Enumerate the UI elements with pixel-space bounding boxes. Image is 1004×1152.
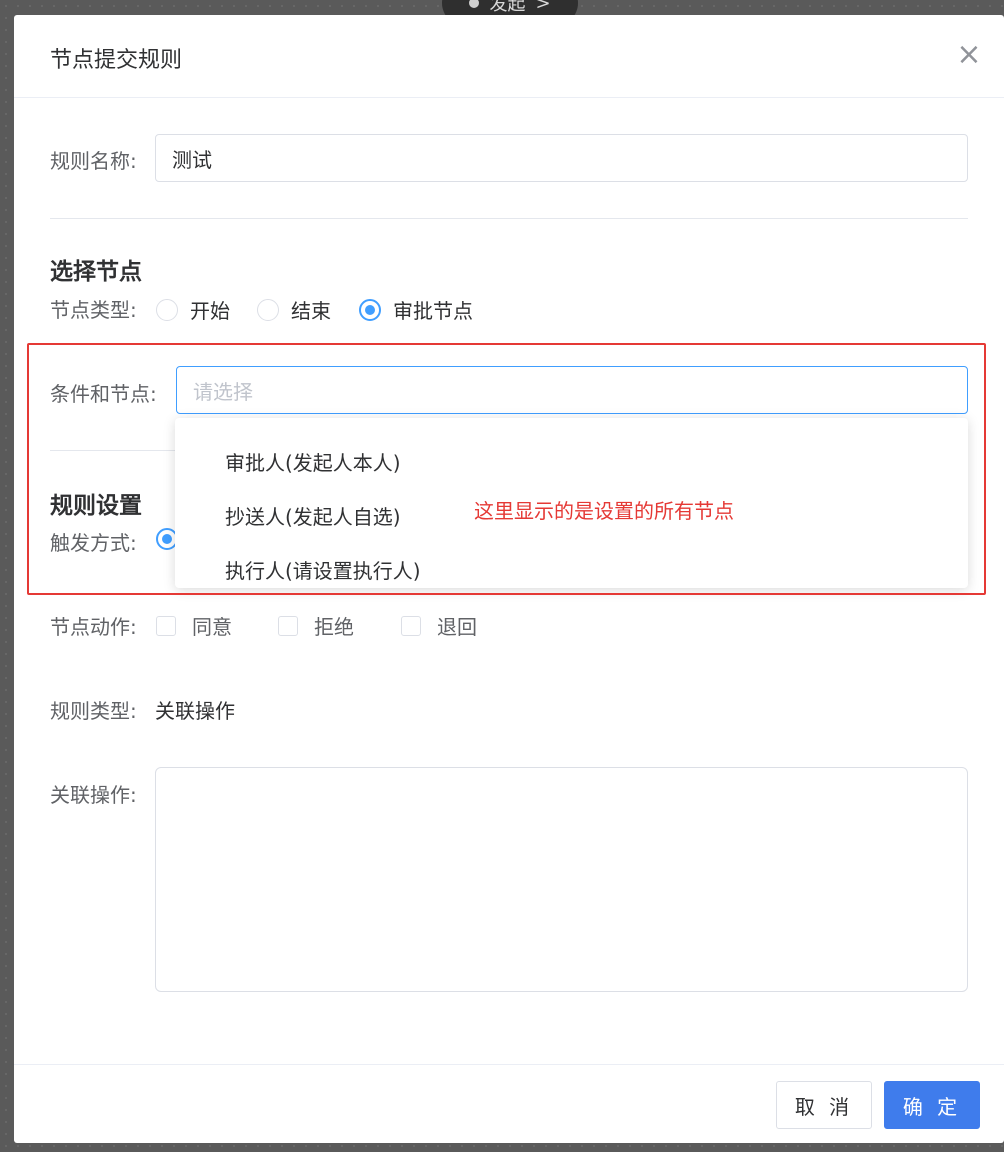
checkbox-label: 同意 — [192, 615, 232, 639]
node-actions-label: 节点动作: — [50, 615, 137, 639]
related-operations-label: 关联操作: — [50, 783, 137, 807]
cancel-button[interactable]: 取 消 — [776, 1081, 872, 1129]
radio-label: 审批节点 — [393, 299, 473, 323]
checkbox-box — [278, 615, 298, 636]
dialog-header: 节点提交规则 × — [14, 15, 1004, 98]
radio-approval-node[interactable]: 审批节点 — [359, 295, 473, 324]
node-type-label: 节点类型: — [50, 298, 137, 322]
checkbox-label: 退回 — [437, 615, 477, 639]
radio-start[interactable]: 开始 — [156, 295, 230, 324]
rule-settings-section-title: 规则设置 — [50, 493, 142, 519]
rule-name-label: 规则名称: — [50, 149, 137, 173]
annotation-text: 这里显示的是设置的所有节点 — [474, 499, 734, 523]
rule-name-input[interactable]: 测试 — [155, 134, 968, 182]
related-operations-textarea[interactable] — [155, 767, 968, 992]
checkbox-return[interactable]: 退回 — [401, 611, 477, 640]
dialog-title: 节点提交规则 — [50, 48, 183, 73]
radio-circle — [156, 298, 178, 321]
checkbox-agree[interactable]: 同意 — [156, 611, 232, 640]
node-submit-rule-dialog: 节点提交规则 × 规则名称: 测试 选择节点 节点类型: 开始 结束 审批节点 … — [14, 15, 1004, 1143]
user-icon — [469, 0, 480, 8]
checkbox-box — [156, 615, 176, 636]
checkbox-label: 拒绝 — [314, 615, 354, 639]
rule-name-value: 测试 — [172, 147, 212, 172]
radio-circle-checked — [359, 298, 381, 321]
close-icon[interactable]: × — [954, 40, 984, 71]
radio-end[interactable]: 结束 — [257, 295, 331, 324]
trigger-mode-label: 触发方式: — [50, 531, 137, 555]
background-node-label: 发起 — [489, 0, 526, 15]
radio-label: 结束 — [291, 299, 331, 323]
radio-circle — [257, 298, 279, 321]
condition-node-label: 条件和节点: — [50, 382, 157, 406]
select-placeholder: 请选择 — [193, 379, 253, 404]
checkbox-box — [401, 615, 421, 636]
checkbox-reject[interactable]: 拒绝 — [278, 611, 354, 640]
radio-label: 开始 — [190, 299, 230, 323]
chevron-right-icon: > — [535, 0, 551, 14]
rule-type-label: 规则类型: — [50, 699, 137, 723]
dropdown-option[interactable]: 审批人(发起人本人) — [175, 434, 968, 488]
divider — [50, 218, 968, 219]
select-node-section-title: 选择节点 — [50, 259, 142, 285]
dialog-footer: 取 消 确 定 — [14, 1064, 1004, 1143]
confirm-button[interactable]: 确 定 — [884, 1081, 980, 1129]
condition-node-select[interactable]: 请选择 — [176, 366, 968, 414]
dropdown-option[interactable]: 执行人(请设置执行人) — [175, 542, 968, 596]
rule-type-value: 关联操作 — [155, 699, 235, 723]
